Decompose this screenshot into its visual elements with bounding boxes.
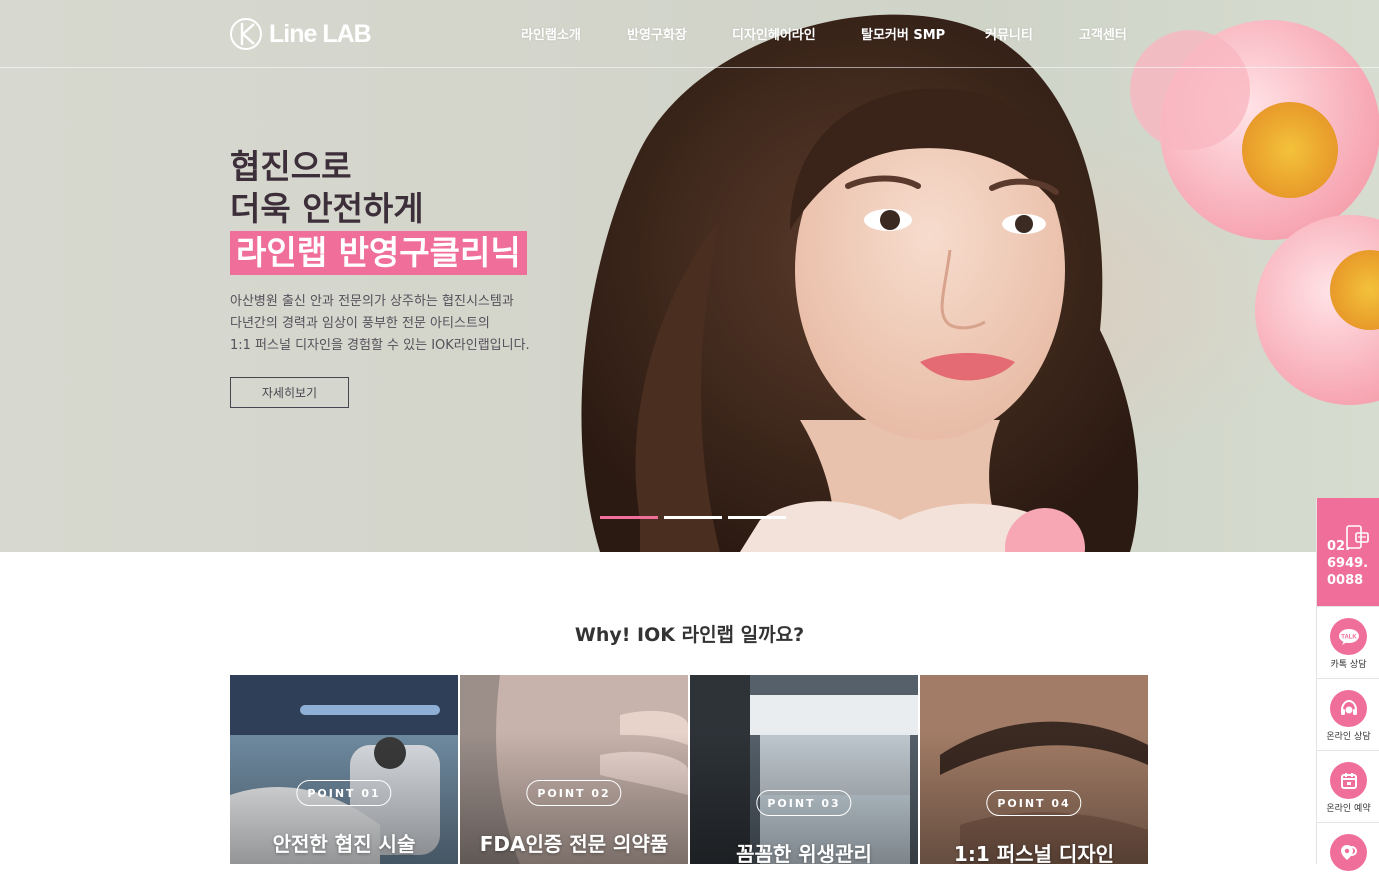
hero-headline: 협진으로 더욱 안전하게 (230, 146, 424, 230)
quick-location[interactable] (1317, 822, 1379, 894)
point-title: FDA인증 전문 의약품 (479, 832, 669, 856)
hero-description-line: 1:1 퍼스널 디자인을 경험할 수 있는 IOK라인랩입니다. (230, 338, 530, 353)
hero-model-photo (581, 14, 1379, 552)
hero-description-line: 다년간의 경력과 임상이 풍부한 전문 아티스트의 (230, 316, 490, 331)
phone-contact[interactable]: 02. 6949. 0088 (1317, 498, 1379, 606)
more-button[interactable]: 자세히보기 (230, 377, 349, 408)
slider-pagination (600, 516, 786, 519)
logo-text: Line LAB (269, 19, 372, 48)
top-navigation: Line LAB 라인랩소개 반영구화장 디자인헤어라인 탈모커버 SMP 커뮤… (0, 0, 1379, 68)
quick-kakao-talk[interactable]: TALK 카톡 상담 (1317, 606, 1379, 678)
hero-headline-highlight: 라인랩 반영구클리닉 (230, 231, 527, 275)
point-card-4[interactable]: POINT 04 1:1 퍼스널 디자인 (920, 675, 1148, 864)
quick-online-consult[interactable]: 온라인 상담 (1317, 678, 1379, 750)
point-cards: POINT 01 안전한 협진 시술 POINT 02 FDA인증 전문 의약품… (230, 675, 1149, 864)
menu-item-community[interactable]: 커뮤니티 (985, 24, 1033, 43)
svg-text:TALK: TALK (1341, 634, 1357, 640)
quick-item-label: 온라인 예약 (1326, 804, 1371, 814)
card-shade (690, 675, 918, 864)
quick-menu-sidebar: 02. 6949. 0088 TALK 카톡 상담 온라인 상담 온라인 예약 (1316, 498, 1379, 871)
hero-description-line: 아산병원 출신 안과 전문의가 상주하는 협진시스템과 (230, 294, 514, 309)
point-title: 꼼꼼한 위생관리 (736, 842, 872, 864)
why-section-title: Why! IOK 라인랩 일까요? (574, 624, 805, 646)
quick-item-label: 카톡 상담 (1330, 660, 1367, 670)
hero-banner: Line LAB 라인랩소개 반영구화장 디자인헤어라인 탈모커버 SMP 커뮤… (0, 0, 1379, 552)
menu-item-customer-center[interactable]: 고객센터 (1079, 24, 1127, 43)
menu-item-semi-permanent-makeup[interactable]: 반영구화장 (627, 24, 687, 43)
phone-number-part: 0088 (1327, 573, 1364, 588)
hero-headline-line2: 더욱 안전하게 (230, 189, 424, 228)
hero-description: 아산병원 출신 안과 전문의가 상주하는 협진시스템과 다년간의 경력과 임상이… (230, 291, 610, 357)
location-search-icon (1330, 834, 1367, 871)
phone-number-part: 6949. (1327, 556, 1369, 571)
card-shade (920, 675, 1148, 864)
slide-dot-1[interactable] (600, 516, 658, 519)
calendar-icon (1330, 762, 1367, 799)
point-card-1[interactable]: POINT 01 안전한 협진 시술 (230, 675, 458, 864)
kakao-talk-icon: TALK (1330, 618, 1367, 655)
slide-dot-2[interactable] (664, 516, 722, 519)
phone-number-part: 02. (1327, 539, 1351, 554)
quick-online-reservation[interactable]: 온라인 예약 (1317, 750, 1379, 822)
site-logo[interactable]: Line LAB (229, 16, 372, 52)
phone-number: 02. 6949. 0088 (1327, 538, 1368, 589)
logo-mark-icon (230, 18, 262, 50)
point-badge: POINT 04 (986, 790, 1082, 816)
point-card-3[interactable]: POINT 03 꼼꼼한 위생관리 (690, 675, 918, 864)
quick-item-label: 온라인 상담 (1326, 732, 1371, 742)
headset-icon (1330, 690, 1367, 727)
point-badge: POINT 01 (296, 780, 392, 806)
menu-item-about[interactable]: 라인랩소개 (521, 24, 581, 43)
menu-item-smp[interactable]: 탈모커버 SMP (861, 24, 945, 43)
point-card-2[interactable]: POINT 02 FDA인증 전문 의약품 (460, 675, 688, 864)
point-badge: POINT 03 (756, 790, 852, 816)
point-title: 안전한 협진 시술 (272, 832, 416, 856)
menu-item-design-hairline[interactable]: 디자인헤어라인 (732, 24, 816, 43)
point-badge: POINT 02 (526, 780, 622, 806)
hero-headline-line1: 협진으로 (230, 147, 352, 186)
slide-dot-3[interactable] (728, 516, 786, 519)
point-title: 1:1 퍼스널 디자인 (953, 842, 1115, 864)
